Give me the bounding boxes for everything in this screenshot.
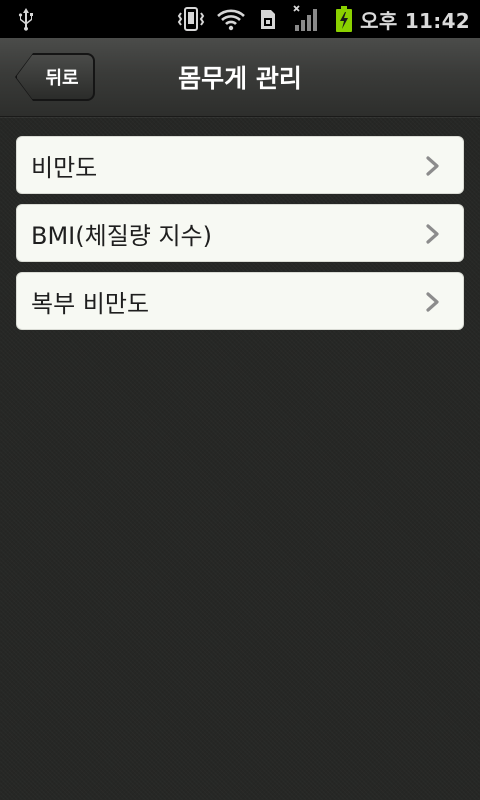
list-item-label: BMI(체질량 지수) [31, 221, 213, 250]
vibrate-icon [174, 0, 208, 38]
signal-icon [290, 0, 324, 38]
menu-list: 비만도 BMI(체질량 지수) 복부 비만도 [16, 136, 464, 340]
list-item-obesity[interactable]: 비만도 [16, 136, 464, 194]
back-button-label: 뒤로 [45, 68, 79, 89]
chevron-right-icon [426, 156, 439, 176]
title-bar: 뒤로 몸무게 관리 [0, 38, 480, 117]
sim-icon [256, 0, 280, 38]
usb-icon [14, 0, 38, 38]
status-bar: 오후 11:42 [0, 0, 480, 38]
screen: 오후 11:42 뒤로 몸무게 관리 비만도 BMI(체질량 지수) 복부 비만… [0, 0, 480, 800]
status-time: 오후 11:42 [360, 8, 470, 33]
chevron-right-icon [426, 224, 439, 244]
wifi-icon [214, 0, 248, 38]
list-item-abdominal-obesity[interactable]: 복부 비만도 [16, 272, 464, 330]
list-item-label: 비만도 [31, 153, 98, 182]
battery-charging-icon [332, 0, 356, 38]
chevron-right-icon [426, 292, 439, 312]
list-item-label: 복부 비만도 [31, 289, 150, 318]
list-item-bmi[interactable]: BMI(체질량 지수) [16, 204, 464, 262]
